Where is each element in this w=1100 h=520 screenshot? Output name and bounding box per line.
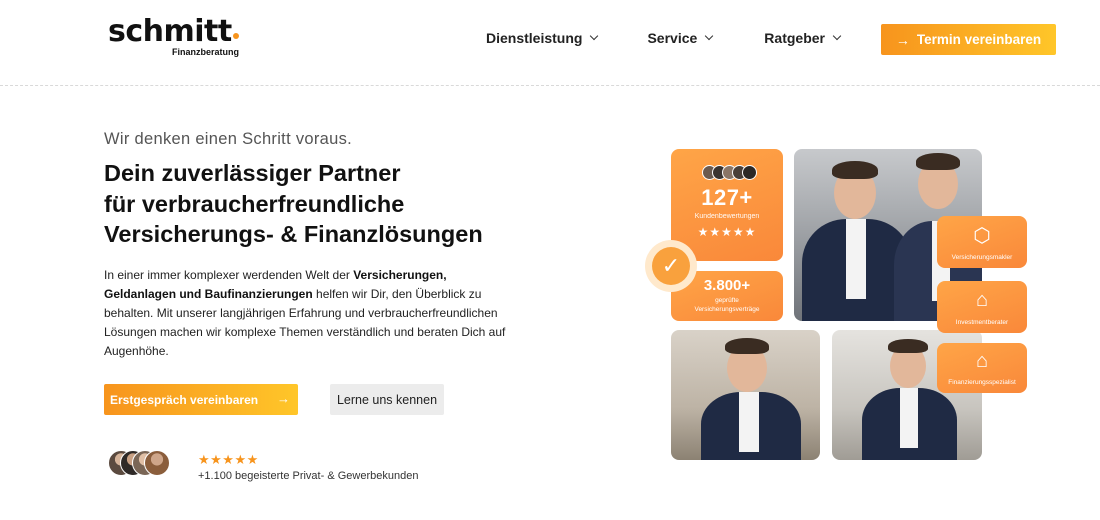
chevron-down-icon <box>832 31 842 41</box>
nav-item-ratgeber[interactable]: Ratgeber <box>764 30 842 46</box>
chevron-down-icon <box>705 31 714 41</box>
main-nav: Dienstleistung Service Ratgeber <box>486 30 890 46</box>
hero-description: In einer immer komplexer werdenden Welt … <box>104 266 524 361</box>
get-to-know-us-button[interactable]: Lerne uns kennen <box>330 384 444 415</box>
reviews-label: Kundenbewertungen <box>694 213 760 220</box>
customer-avatars <box>108 450 172 478</box>
shirt <box>900 388 918 448</box>
nav-item-dienstleistung[interactable]: Dienstleistung <box>486 30 599 46</box>
reviews-stat-card: 127+ Kundenbewertungen ★★★★★ <box>671 149 783 261</box>
avatar <box>144 450 170 476</box>
logo[interactable]: schmitt Finanzberatung <box>108 14 239 57</box>
consultant-photo <box>671 330 820 460</box>
description-bold: Versicherungen, <box>353 268 447 282</box>
feature-label: Finanzierungsspezialist <box>948 379 1016 386</box>
description-text: In einer immer komplexer werdenden Welt … <box>104 268 354 282</box>
appointment-button[interactable]: → Termin vereinbaren <box>881 24 1056 55</box>
logo-dot <box>232 33 239 39</box>
headline-line: Dein zuverlässiger Partner <box>104 160 401 186</box>
feature-investment-advisor[interactable]: ⌂ Investmentberater <box>937 281 1027 333</box>
contracts-label-line: geprüfte <box>715 297 739 304</box>
check-badge: ✓ <box>645 240 697 292</box>
reviews-stars: ★★★★★ <box>697 225 757 239</box>
person-hair <box>725 338 769 354</box>
logo-subtitle: Finanzberatung <box>172 47 239 57</box>
feature-financing-specialist[interactable]: ⌂ Finanzierungsspezialist <box>937 343 1027 393</box>
logo-wordmark: schmitt <box>108 14 232 49</box>
get-to-know-us-label: Lerne uns kennen <box>336 392 438 407</box>
appointment-button-label: Termin vereinbaren <box>916 32 1042 47</box>
feature-label: Versicherungsmakler <box>951 254 1013 261</box>
shirt <box>739 392 759 452</box>
headline-line: Versicherungs- & Finanzlösungen <box>104 221 483 247</box>
shield-icon: ⬡ <box>973 225 991 247</box>
person-hair <box>888 339 928 353</box>
headline-line: für verbraucherfreundliche <box>104 190 405 217</box>
initial-consultation-label: Erstgespräch vereinbaren <box>110 392 259 407</box>
reviews-count: 127+ <box>701 185 753 210</box>
review-count-text: +1.100 begeisterte Privat- & Gewerbekund… <box>198 470 419 482</box>
person-hair <box>832 161 878 179</box>
arrow-right-icon: → <box>277 391 290 406</box>
mini-avatars <box>702 165 762 181</box>
site-header: schmitt Finanzberatung Dienstleistung Se… <box>0 0 1100 86</box>
initial-consultation-button[interactable]: Erstgespräch vereinbaren → <box>104 384 298 415</box>
person-hair <box>916 153 960 170</box>
nav-item-service[interactable]: Service <box>647 30 714 46</box>
house-icon: ⌂ <box>975 350 989 372</box>
nav-label: Service <box>647 30 698 46</box>
arrow-right-icon: → <box>895 31 910 48</box>
description-bold: Geldanlagen und Baufinanzierungen <box>104 287 313 301</box>
building-icon: ⌂ <box>975 289 989 311</box>
nav-label: Dienstleistung <box>486 30 583 46</box>
chevron-down-icon <box>590 31 599 41</box>
feature-insurance-broker[interactable]: ⬡ Versicherungsmakler <box>937 216 1027 268</box>
rating-stars: ★★★★★ <box>198 452 259 467</box>
contracts-label: geprüfte Versicherungsverträge <box>671 296 783 314</box>
feature-label: Investmentberater <box>955 319 1009 326</box>
shirt <box>846 219 866 299</box>
contracts-label-line: Versicherungsverträge <box>694 306 760 313</box>
checkmark-icon: ✓ <box>652 247 690 285</box>
hero-tagline: Wir denken einen Schritt voraus. <box>104 130 353 148</box>
nav-label: Ratgeber <box>764 30 825 46</box>
avatar <box>742 165 757 180</box>
hero-headline: Dein zuverlässiger Partner für verbrauch… <box>104 158 483 250</box>
